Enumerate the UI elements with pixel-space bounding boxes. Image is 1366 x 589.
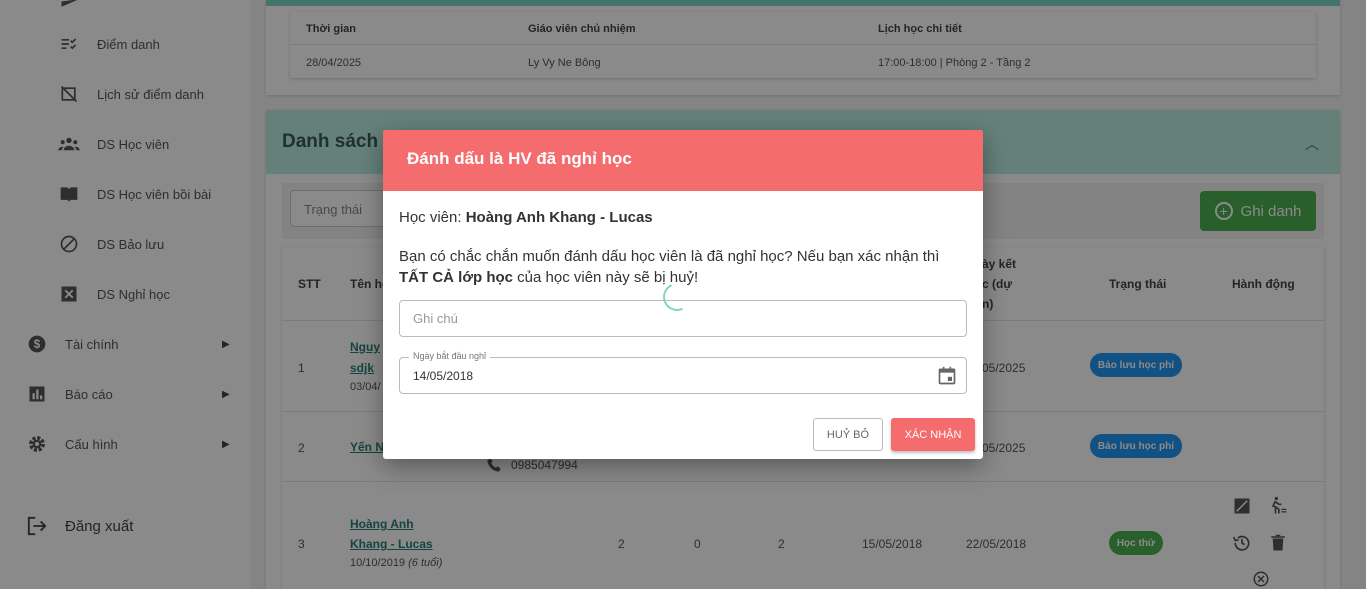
dialog-student-prefix: Học viên: [399,209,466,226]
dialog-title: Đánh dấu là HV đã nghỉ học [407,149,632,168]
start-date-value[interactable]: 14/05/2018 [413,369,473,383]
start-date-field[interactable]: Ngày bắt đầu nghỉ 14/05/2018 [399,351,967,394]
dialog-message: Bạn có chắc chắn muốn đánh dấu học viên … [399,246,969,288]
dialog-message-bold: TẤT CẢ lớp học [399,269,513,286]
start-date-label: Ngày bắt đầu nghỉ [409,351,491,361]
dialog-message-part1: Bạn có chắc chắn muốn đánh dấu học viên … [399,248,940,265]
dialog-student-line: Học viên: Hoàng Anh Khang - Lucas [399,209,653,226]
note-field[interactable] [399,300,967,337]
calendar-icon[interactable] [937,366,957,391]
dialog-student-name: Hoàng Anh Khang - Lucas [465,209,653,226]
cancel-button[interactable]: HUỶ BỎ [813,418,883,451]
confirm-button[interactable]: XÁC NHẬN [891,418,975,451]
note-input[interactable] [400,301,966,336]
mark-dropout-dialog: Đánh dấu là HV đã nghỉ học Học viên: Hoà… [383,130,983,459]
